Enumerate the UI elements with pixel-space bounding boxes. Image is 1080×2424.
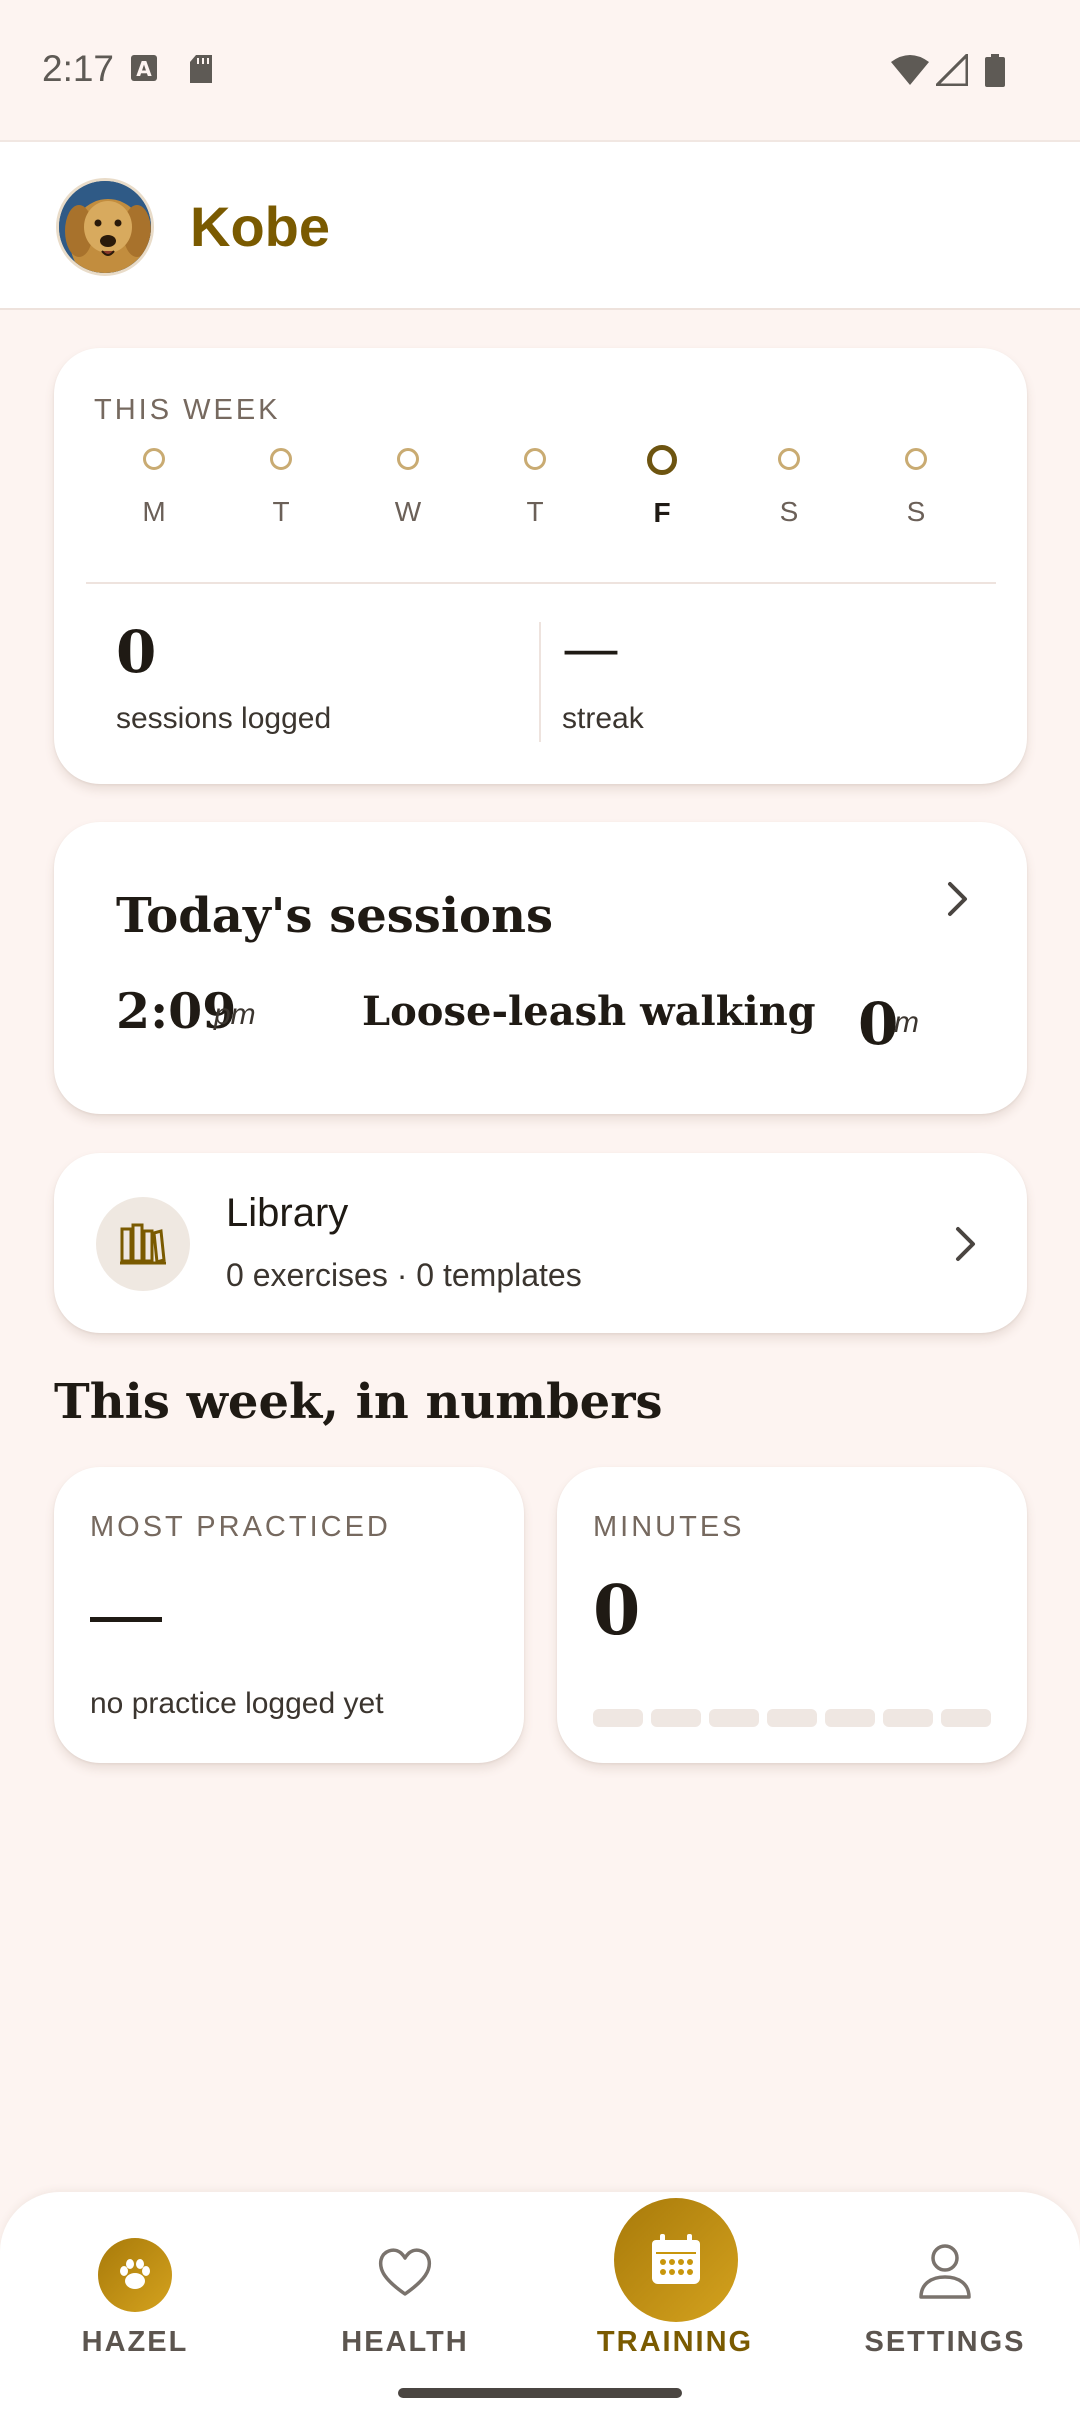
stat-divider [539, 622, 541, 742]
todays-sessions-title: Today's sessions [116, 888, 553, 944]
library-icon-container [96, 1197, 190, 1291]
day-letter: T [272, 496, 290, 527]
week-days: M T W T F S S [114, 445, 994, 548]
nav-item-hazel[interactable]: HAZEL [0, 2192, 270, 2424]
minutes-card[interactable]: MINUTES 0 [557, 1467, 1027, 1763]
books-icon [120, 1223, 166, 1265]
dog-photo [59, 181, 151, 273]
day-indicator [143, 448, 165, 470]
day-letter: W [394, 496, 422, 527]
day-saturday[interactable]: S [749, 448, 829, 528]
minutes-value: 0 [593, 1571, 641, 1651]
pet-avatar[interactable] [56, 178, 154, 276]
streak-label: streak [562, 702, 644, 735]
status-bar: 2:17 A [0, 0, 1080, 140]
minutes-bar [883, 1709, 933, 1727]
divider [86, 582, 996, 584]
day-sunday[interactable]: S [876, 448, 956, 528]
paw-icon [98, 2238, 172, 2312]
wifi-icon [891, 55, 929, 85]
day-indicator [270, 448, 292, 470]
day-indicator [778, 448, 800, 470]
most-practiced-label: MOST PRACTICED [90, 1511, 391, 1543]
this-week-card: THIS WEEK M T W T F S S 0 sessions logge… [54, 348, 1027, 784]
library-card[interactable]: Library 0 exercises · 0 templates [54, 1153, 1027, 1333]
minutes-bar [593, 1709, 643, 1727]
day-letter: M [142, 496, 166, 527]
sd-card-icon [190, 55, 212, 83]
nav-label: HAZEL [81, 2326, 189, 2358]
chevron-right-icon [948, 882, 967, 916]
day-indicator [905, 448, 927, 470]
day-tuesday[interactable]: T [241, 448, 321, 528]
numbers-section-title: This week, in numbers [54, 1374, 663, 1430]
sessions-label: sessions logged [116, 702, 332, 735]
notification-a-icon: A [131, 55, 157, 81]
minutes-bar [651, 1709, 701, 1727]
svg-text:A: A [136, 57, 152, 81]
most-practiced-card[interactable]: MOST PRACTICED — no practice logged yet [54, 1467, 524, 1763]
most-practiced-value-dash [90, 1617, 162, 1622]
heart-icon [378, 2248, 432, 2296]
chevron-right-icon [956, 1227, 975, 1261]
nav-label: TRAINING [596, 2326, 754, 2358]
day-thursday[interactable]: T [495, 448, 575, 528]
streak-value: — [562, 614, 620, 682]
sessions-count: 0 [116, 618, 157, 686]
status-time: 2:17 [42, 48, 115, 89]
person-icon [919, 2244, 971, 2299]
todays-sessions-card[interactable]: Today's sessions 2:09 pm Loose-leash wal… [54, 822, 1027, 1114]
minutes-bars [593, 1709, 993, 1727]
app-header: Kobe [0, 140, 1080, 310]
session-duration: 0 [858, 990, 899, 1058]
calendar-icon [614, 2198, 738, 2322]
session-time-unit: pm [214, 998, 256, 1031]
signal-icon [936, 54, 968, 86]
day-friday[interactable]: F [622, 445, 702, 529]
nav-label: HEALTH [341, 2326, 469, 2358]
minutes-bar [767, 1709, 817, 1727]
day-monday[interactable]: M [114, 448, 194, 528]
minutes-bar [709, 1709, 759, 1727]
library-subtitle: 0 exercises · 0 templates [226, 1257, 582, 1293]
session-duration-unit: m [894, 1006, 919, 1039]
minutes-bar [941, 1709, 991, 1727]
most-practiced-note: no practice logged yet [90, 1687, 384, 1720]
session-name: Loose-leash walking [362, 988, 816, 1035]
day-letter: S [906, 496, 926, 527]
pet-name[interactable]: Kobe [190, 194, 330, 259]
day-wednesday[interactable]: W [368, 448, 448, 528]
day-letter: S [779, 496, 799, 527]
day-indicator [397, 448, 419, 470]
day-indicator [524, 448, 546, 470]
this-week-label: THIS WEEK [94, 394, 281, 426]
day-letter: F [653, 497, 671, 528]
nav-label: SETTINGS [864, 2326, 1026, 2358]
nav-item-settings[interactable]: SETTINGS [810, 2192, 1080, 2424]
day-letter: T [526, 496, 544, 527]
day-indicator-today [647, 445, 677, 475]
minutes-label: MINUTES [593, 1511, 745, 1543]
minutes-bar [825, 1709, 875, 1727]
battery-icon [985, 54, 1005, 87]
gesture-home-bar[interactable] [398, 2388, 682, 2398]
library-title: Library [226, 1191, 349, 1235]
